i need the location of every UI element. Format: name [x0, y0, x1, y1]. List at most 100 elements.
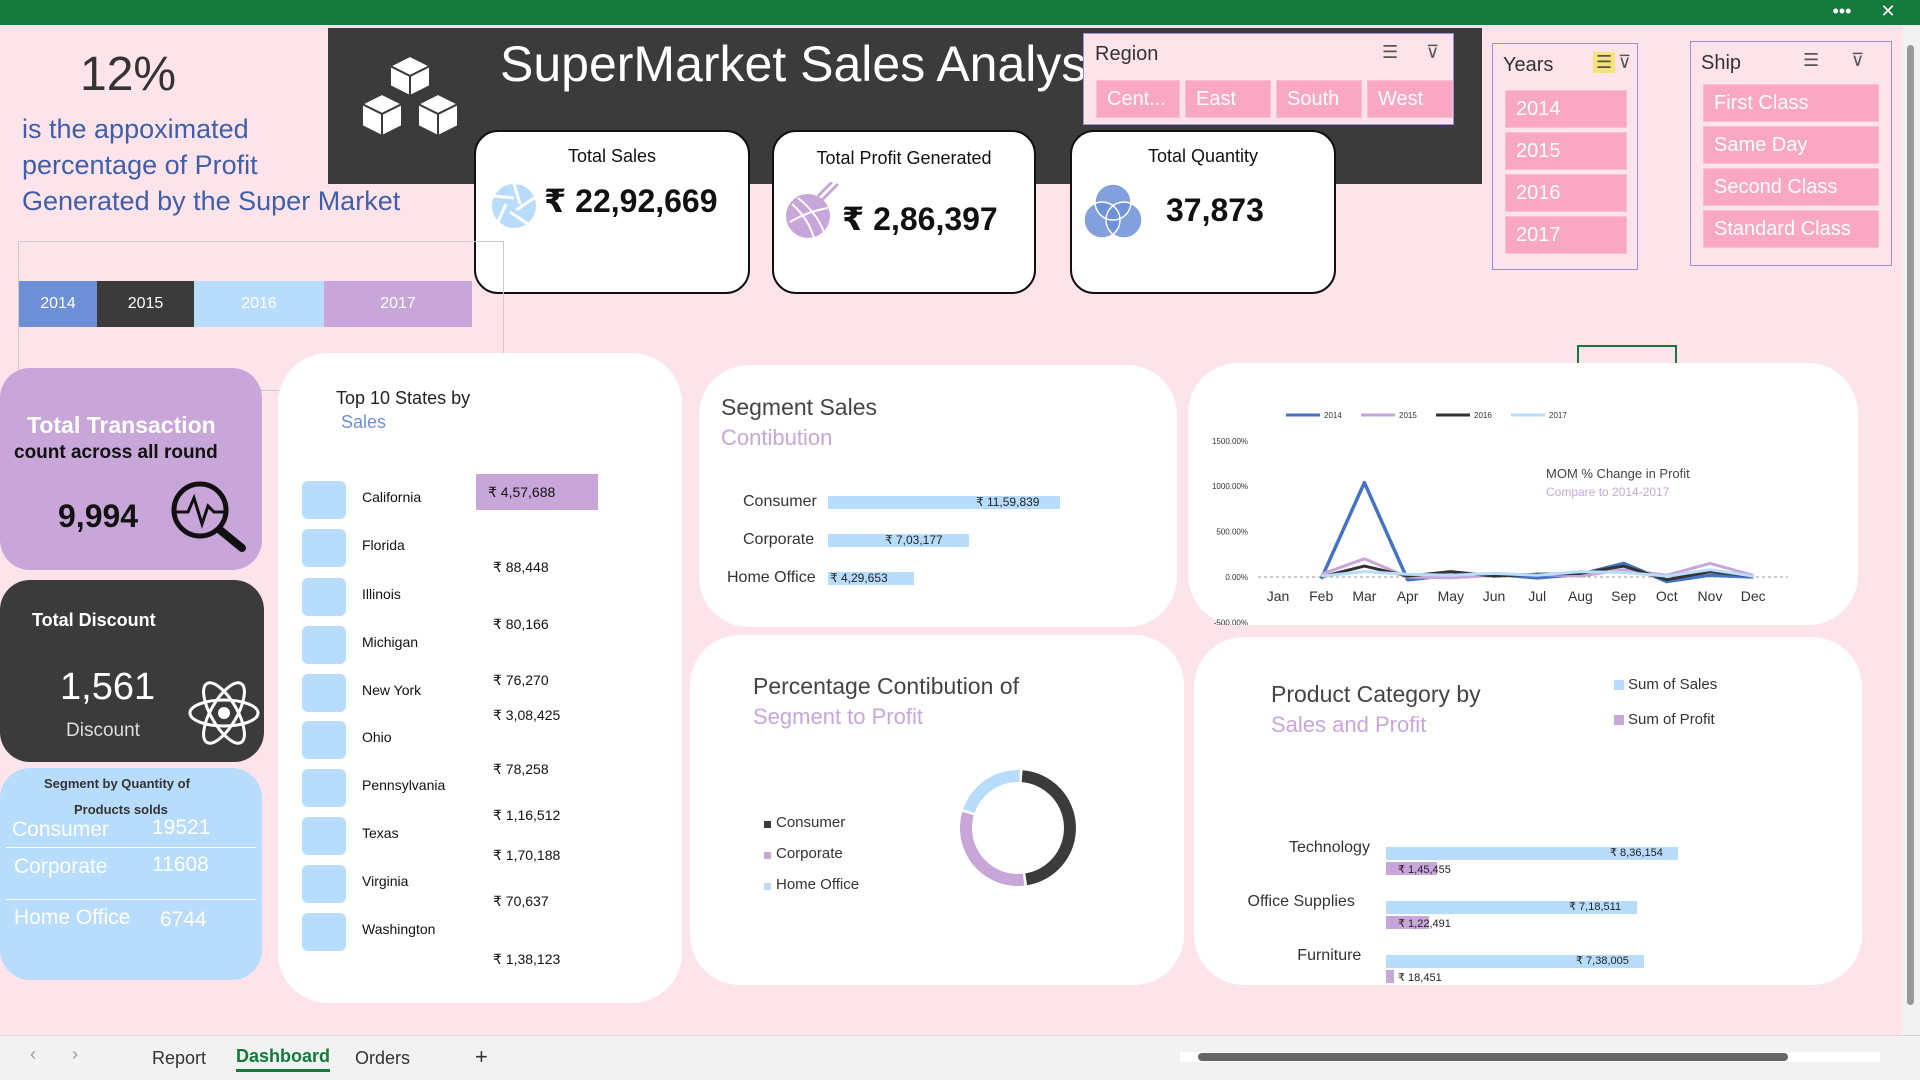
region-item-south[interactable]: South: [1276, 80, 1362, 118]
ship-slicer: Ship ☰ ⊽ First Class Same Day Second Cla…: [1690, 41, 1892, 266]
profit-bar-label: ₹ 18,451: [1398, 972, 1442, 984]
region-item-west[interactable]: West: [1367, 80, 1453, 118]
ship-item-second-class[interactable]: Second Class: [1703, 168, 1879, 206]
state-name: New York: [362, 682, 422, 698]
dashboard-title: SuperMarket Sales Analysis: [500, 36, 1123, 92]
legend-swatch: [764, 883, 771, 890]
more-options-icon[interactable]: •••: [1822, 0, 1862, 25]
horizontal-scrollbar[interactable]: [1180, 1052, 1880, 1062]
state-swatch: [302, 578, 346, 616]
state-swatch: [302, 529, 346, 567]
donut-slice-home-office: [963, 770, 1020, 814]
state-name: Pennsylvania: [362, 777, 446, 793]
tab-report[interactable]: Report: [152, 1048, 206, 1069]
close-icon[interactable]: ✕: [1868, 0, 1908, 25]
vertical-scrollbar-thumb[interactable]: [1907, 45, 1914, 1005]
year-button-2016[interactable]: 2016: [194, 281, 324, 327]
segment-qty-home-office-value: 6744: [160, 908, 207, 931]
state-swatch: [302, 913, 346, 951]
product-category-title: Product Category by: [1271, 681, 1481, 707]
ship-item-first-class[interactable]: First Class: [1703, 84, 1879, 122]
clear-filter-icon[interactable]: ⊽: [1618, 52, 1631, 73]
venn-circles-icon: [1083, 183, 1143, 239]
legend-label-2014: 2014: [1324, 411, 1342, 420]
segment-label: Consumer: [743, 493, 817, 510]
year-button-2014[interactable]: 2014: [19, 281, 97, 327]
state-swatch: [302, 817, 346, 855]
sales-bar-label: ₹ 7,38,005: [1576, 955, 1629, 967]
years-item-2015[interactable]: 2015: [1505, 132, 1627, 170]
category-label: Technology: [1289, 839, 1370, 856]
years-item-2016[interactable]: 2016: [1505, 174, 1627, 212]
total-profit-card: Total Profit Generated ₹ 2,86,397: [772, 130, 1036, 294]
donut-slice-corporate: [960, 811, 1025, 887]
state-value: ₹ 78,258: [493, 761, 549, 777]
y-tick-label: 1500.00%: [1212, 437, 1248, 446]
x-tick-label: Aug: [1568, 588, 1593, 604]
profit-bar-label: ₹ 1,45,455: [1398, 864, 1451, 876]
years-item-2017[interactable]: 2017: [1505, 216, 1627, 254]
legend-item: Consumer: [776, 814, 846, 831]
legend-swatch-sales: [1614, 680, 1624, 690]
y-tick-label: 1000.00%: [1212, 482, 1248, 491]
segment-label: Corporate: [743, 531, 815, 548]
state-swatch: [302, 674, 346, 712]
total-profit-label: Total Profit Generated: [816, 148, 992, 168]
legend-sum-of-sales: Sum of Sales: [1628, 676, 1718, 693]
ship-item-standard-class[interactable]: Standard Class: [1703, 210, 1879, 248]
tab-orders[interactable]: Orders: [355, 1048, 410, 1069]
top-states-subtitle: Sales: [341, 412, 387, 432]
discount-title: Total Discount: [32, 610, 156, 630]
state-name: Ohio: [362, 729, 392, 745]
clear-filter-icon[interactable]: ⊽: [1426, 42, 1439, 63]
product-category-subtitle: Sales and Profit: [1271, 712, 1427, 737]
multi-select-icon[interactable]: ☰: [1382, 42, 1398, 63]
total-sales-label: Total Sales: [567, 146, 657, 166]
tab-next-arrow-icon[interactable]: ›: [72, 1044, 78, 1065]
segment-qty-home-office-label: Home Office: [14, 906, 131, 929]
clear-filter-icon[interactable]: ⊽: [1851, 50, 1864, 71]
region-item-central[interactable]: Cent...: [1096, 80, 1180, 118]
years-item-2014[interactable]: 2014: [1505, 90, 1627, 128]
vertical-scrollbar[interactable]: [1902, 25, 1920, 1035]
legend-label-2016: 2016: [1474, 411, 1492, 420]
pct-line-3: Generated by the Super Market: [22, 186, 401, 216]
atom-icon: [188, 681, 260, 745]
total-quantity-value: 37,873: [1166, 192, 1264, 228]
state-value: ₹ 1,16,512: [493, 807, 561, 823]
ship-item-same-day[interactable]: Same Day: [1703, 126, 1879, 164]
tab-dashboard[interactable]: Dashboard: [236, 1046, 331, 1072]
magnifier-pulse-icon: [171, 481, 246, 552]
x-tick-label: Mar: [1352, 588, 1376, 604]
aperture-icon: [492, 183, 536, 228]
region-item-east[interactable]: East: [1185, 80, 1271, 118]
x-tick-label: Oct: [1656, 588, 1678, 604]
multi-select-icon[interactable]: ☰: [1803, 50, 1819, 71]
years-slicer: Years ☰ ⊽ 2014 2015 2016 2017: [1492, 43, 1638, 270]
top-states-title: Top 10 States by: [336, 388, 471, 408]
tab-prev-arrow-icon[interactable]: ‹: [30, 1044, 36, 1065]
state-name: Washington: [362, 921, 436, 937]
yarn-ball-icon: [786, 182, 840, 239]
profit-bar-label: ₹ 1,22,491: [1398, 918, 1451, 930]
state-name: Illinois: [362, 586, 401, 602]
legend-label-2015: 2015: [1399, 411, 1417, 420]
state-value: ₹ 3,08,425: [493, 707, 561, 723]
add-sheet-button[interactable]: +: [475, 1044, 488, 1070]
state-name: California: [362, 489, 422, 505]
region-slicer: Region ☰ ⊽ Cent... East South West: [1083, 33, 1454, 125]
sales-bar-label: ₹ 8,36,154: [1610, 847, 1663, 859]
year-button-2017[interactable]: 2017: [324, 281, 472, 327]
legend-swatch: [764, 852, 771, 859]
year-button-2015[interactable]: 2015: [97, 281, 194, 327]
horizontal-scrollbar-thumb[interactable]: [1198, 1053, 1788, 1061]
multi-select-icon[interactable]: ☰: [1593, 52, 1616, 73]
legend-sum-of-profit: Sum of Profit: [1628, 711, 1715, 728]
segment-qty-corporate-label: Corporate: [14, 855, 108, 878]
category-label: Furniture: [1297, 947, 1362, 964]
state-swatch: [302, 626, 346, 664]
segment-label: Home Office: [727, 569, 816, 586]
segment-sales-subtitle: Contibution: [721, 425, 833, 450]
profit-contribution-subtitle: Segment to Profit: [753, 704, 923, 729]
segment-quantity-card: Segment by Quantity of Products solds Co…: [0, 768, 262, 980]
